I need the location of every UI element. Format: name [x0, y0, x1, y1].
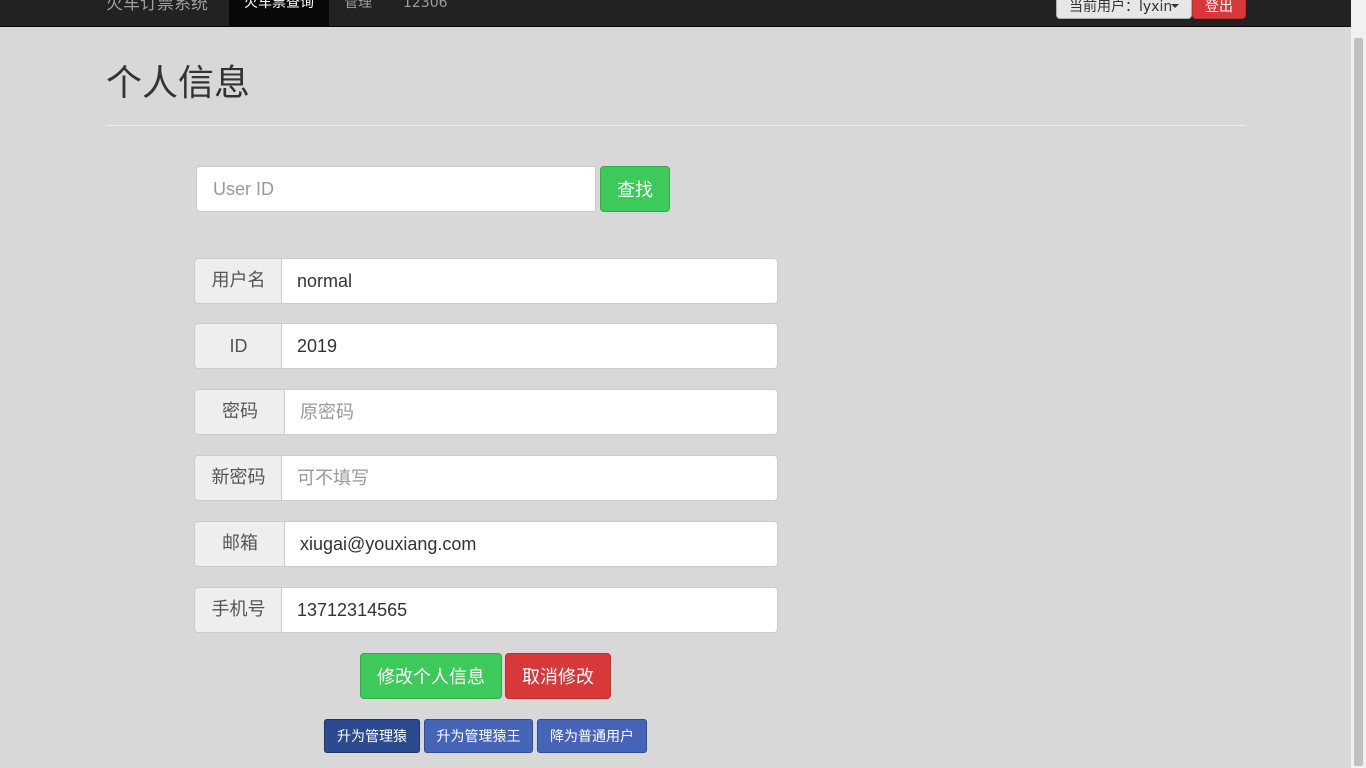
user-id-search-input[interactable]: [196, 166, 596, 212]
page-scrollbar[interactable]: [1351, 0, 1366, 768]
promote-admin-button[interactable]: 升为管理猿: [324, 719, 420, 753]
email-label: 邮箱: [194, 521, 285, 567]
email-input[interactable]: [284, 521, 778, 567]
nav-item-12306[interactable]: 12306: [403, 0, 448, 26]
search-button[interactable]: 查找: [600, 166, 670, 212]
password-label: 密码: [194, 389, 285, 435]
phone-input[interactable]: [281, 587, 778, 633]
navbar-brand[interactable]: 火车订票系统: [106, 0, 208, 14]
current-user-label: 当前用户：lyxin: [1069, 0, 1173, 15]
phone-field: 手机号: [194, 587, 778, 633]
username-field: 用户名: [194, 258, 778, 304]
logout-label: 登出: [1205, 0, 1233, 15]
promote-super-admin-button[interactable]: 升为管理猿王: [424, 719, 533, 753]
caret-down-icon: [1171, 4, 1179, 8]
password-input[interactable]: [284, 389, 778, 435]
cancel-edit-button[interactable]: 取消修改: [505, 653, 611, 699]
id-input[interactable]: [281, 323, 778, 369]
nav-item-manage[interactable]: 管理: [344, 0, 372, 26]
new-password-input[interactable]: [281, 455, 778, 501]
scrollbar-thumb[interactable]: [1354, 38, 1363, 766]
demote-normal-user-button[interactable]: 降为普通用户: [537, 719, 647, 753]
page-title: 个人信息: [106, 63, 251, 104]
phone-label: 手机号: [194, 587, 282, 633]
logout-button[interactable]: 登出: [1192, 0, 1246, 19]
nav-item-ticket-query[interactable]: 火车票查询: [229, 0, 329, 26]
save-profile-button[interactable]: 修改个人信息: [360, 653, 502, 699]
new-password-label: 新密码: [194, 455, 282, 501]
username-input[interactable]: [281, 258, 778, 304]
current-user-dropdown[interactable]: 当前用户：lyxin: [1056, 0, 1192, 19]
username-label: 用户名: [194, 258, 282, 304]
top-navbar: 火车订票系统 火车票查询 管理 12306 当前用户：lyxin 登出: [0, 0, 1351, 27]
id-label: ID: [194, 323, 282, 369]
email-field: 邮箱: [194, 521, 778, 567]
new-password-field: 新密码: [194, 455, 778, 501]
title-divider: [106, 125, 1246, 126]
password-field: 密码: [194, 389, 778, 435]
id-field: ID: [194, 323, 778, 369]
